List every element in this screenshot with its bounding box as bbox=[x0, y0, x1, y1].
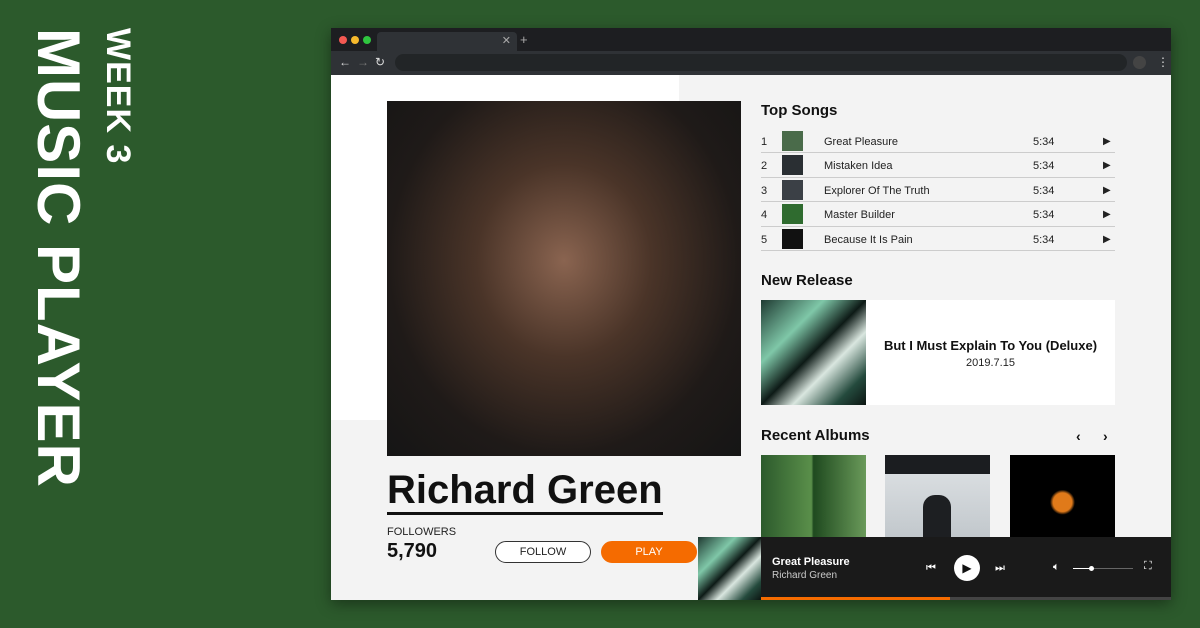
volume-icon[interactable]: 🔈︎ bbox=[1053, 561, 1060, 574]
browser-window: ✕ + ← → ↻ ⋮ Richard Green FOLLOWERS 5,79… bbox=[331, 28, 1171, 600]
song-duration: 5:34 bbox=[1033, 184, 1055, 197]
close-window-button[interactable] bbox=[339, 36, 347, 44]
song-row[interactable]: 2 Mistaken Idea 5:34 ▶ bbox=[761, 153, 1115, 178]
song-title: Great Pleasure bbox=[824, 136, 898, 148]
banner-title: MUSIC PLAYER bbox=[25, 28, 92, 488]
fullscreen-icon[interactable]: ⛶ bbox=[1144, 560, 1152, 573]
next-track-icon[interactable]: ⏭ bbox=[995, 562, 1005, 575]
song-row[interactable]: 5 Because It Is Pain 5:34 ▶ bbox=[761, 227, 1115, 251]
volume-slider[interactable] bbox=[1073, 566, 1133, 571]
release-date: 2019.7.15 bbox=[966, 357, 1015, 369]
song-duration: 5:34 bbox=[1033, 136, 1055, 148]
menu-icon[interactable]: ⋮ bbox=[1157, 55, 1169, 69]
song-thumbnail bbox=[782, 228, 803, 249]
song-row[interactable]: 4 Master Builder 5:34 ▶ bbox=[761, 202, 1115, 227]
now-playing-cover bbox=[698, 537, 761, 600]
profile-icon[interactable] bbox=[1133, 56, 1146, 69]
song-title: Master Builder bbox=[824, 209, 895, 222]
follow-button[interactable]: FOLLOW bbox=[495, 541, 591, 563]
recent-albums-heading: Recent Albums bbox=[761, 427, 870, 444]
followers-label: FOLLOWERS bbox=[387, 526, 457, 538]
tab-bar: ✕ + bbox=[331, 28, 1171, 51]
song-thumbnail bbox=[782, 179, 803, 200]
song-thumbnail bbox=[782, 204, 803, 225]
song-thumbnail bbox=[782, 155, 803, 176]
prev-albums-icon[interactable]: ‹ bbox=[1076, 428, 1081, 444]
address-bar[interactable] bbox=[395, 54, 1127, 71]
play-song-icon[interactable]: ▶ bbox=[1103, 209, 1111, 220]
new-release-card[interactable]: But I Must Explain To You (Deluxe) 2019.… bbox=[761, 300, 1115, 405]
previous-track-icon[interactable]: ⏮ bbox=[926, 562, 936, 575]
song-row[interactable]: 3 Explorer Of The Truth 5:34 ▶ bbox=[761, 178, 1115, 203]
now-playing-title: Great Pleasure bbox=[772, 556, 850, 568]
browser-toolbar: ← → ↻ ⋮ bbox=[331, 51, 1171, 75]
page-content: Richard Green FOLLOWERS 5,790 FOLLOW PLA… bbox=[331, 75, 1171, 600]
play-song-icon[interactable]: ▶ bbox=[1103, 234, 1111, 245]
song-row[interactable]: 1 Great Pleasure 5:34 ▶ bbox=[761, 129, 1115, 154]
song-title: Because It Is Pain bbox=[824, 233, 913, 246]
next-albums-icon[interactable]: › bbox=[1103, 428, 1108, 444]
song-number: 2 bbox=[761, 160, 768, 173]
song-number: 1 bbox=[761, 136, 768, 148]
song-duration: 5:34 bbox=[1033, 160, 1055, 173]
reload-icon[interactable]: ↻ bbox=[375, 55, 385, 69]
play-song-icon[interactable]: ▶ bbox=[1103, 185, 1111, 196]
play-song-icon[interactable]: ▶ bbox=[1103, 136, 1111, 147]
song-number: 3 bbox=[761, 184, 768, 197]
followers-count: 5,790 bbox=[387, 540, 438, 562]
week-label: WEEK 3 bbox=[99, 28, 137, 165]
play-song-icon[interactable]: ▶ bbox=[1103, 160, 1111, 171]
song-title: Mistaken Idea bbox=[824, 160, 893, 173]
minimize-window-button[interactable] bbox=[351, 36, 359, 44]
artist-photo bbox=[387, 101, 741, 456]
new-tab-icon[interactable]: + bbox=[520, 32, 528, 47]
now-playing-artist: Richard Green bbox=[772, 570, 838, 581]
song-thumbnail bbox=[782, 131, 803, 151]
song-duration: 5:34 bbox=[1033, 209, 1055, 222]
song-number: 4 bbox=[761, 209, 768, 222]
release-title: But I Must Explain To You (Deluxe) bbox=[883, 338, 1098, 353]
song-duration: 5:34 bbox=[1033, 233, 1055, 246]
play-button[interactable]: PLAY bbox=[601, 541, 697, 563]
song-title: Explorer Of The Truth bbox=[824, 184, 930, 197]
song-number: 5 bbox=[761, 233, 768, 246]
play-pause-button[interactable]: ▶ bbox=[954, 555, 980, 581]
progress-bar[interactable] bbox=[761, 597, 1171, 600]
top-songs-list: ['#4a6b4a','#2a2f33','#3b4046','#2f6b2f'… bbox=[761, 129, 1115, 251]
close-tab-icon[interactable]: ✕ bbox=[502, 34, 511, 47]
new-release-heading: New Release bbox=[761, 272, 853, 289]
back-icon[interactable]: ← bbox=[339, 55, 351, 69]
forward-icon[interactable]: → bbox=[357, 55, 369, 69]
browser-tab[interactable]: ✕ bbox=[377, 32, 517, 51]
music-player-bar: Great Pleasure Richard Green ⏮ ▶ ⏭ 🔈︎ ⛶ bbox=[698, 537, 1171, 600]
top-songs-heading: Top Songs bbox=[761, 102, 838, 119]
release-cover bbox=[761, 300, 866, 405]
artist-name: Richard Green bbox=[387, 468, 663, 515]
maximize-window-button[interactable] bbox=[363, 36, 371, 44]
